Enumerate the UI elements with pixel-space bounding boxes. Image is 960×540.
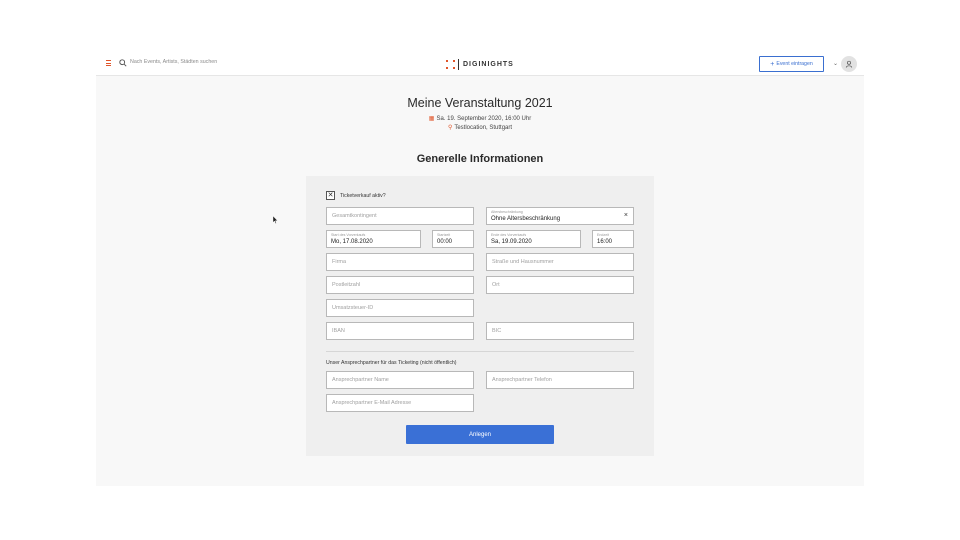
iban-placeholder: IBAN — [332, 328, 345, 334]
search-input[interactable]: Nach Events, Artists, Städten suchen — [130, 59, 217, 65]
calendar-icon: ▦ — [428, 116, 435, 122]
company-field[interactable]: Firma — [326, 253, 474, 271]
end-time-value: 16:00 — [597, 239, 613, 245]
zip-placeholder: Postleitzahl — [332, 282, 361, 288]
presale-end-value: Sa, 19.09.2020 — [491, 239, 532, 245]
contact-email-field[interactable]: Ansprechpartner E-Mail Adresse — [326, 394, 474, 412]
end-time-label: Endzeit — [597, 233, 609, 237]
contact-email-placeholder: Ansprechpartner E-Mail Adresse — [332, 400, 412, 406]
contact-phone-field[interactable]: Ansprechpartner Telefon — [486, 371, 634, 389]
contact-section-label: Unser Ansprechpartner für das Ticketing … — [326, 360, 457, 366]
iban-field[interactable]: IBAN — [326, 322, 474, 340]
chevron-down-icon[interactable]: ⌄ — [833, 60, 838, 67]
bic-placeholder: BIC — [492, 328, 502, 334]
vat-id-placeholder: Umsatzsteuer-ID — [332, 305, 374, 311]
end-time-field[interactable]: Endzeit 16:00 — [592, 230, 634, 248]
menu-icon[interactable] — [106, 60, 111, 66]
start-time-label: Startzeit — [437, 233, 451, 237]
ticket-form: ✕ Ticketverkauf aktiv? Gesamtkontingent … — [306, 176, 654, 456]
logo[interactable]: DIGINIGHTS — [446, 58, 514, 70]
logo-divider — [458, 58, 459, 70]
vat-id-field[interactable]: Umsatzsteuer-ID — [326, 299, 474, 317]
avatar[interactable] — [841, 56, 857, 72]
company-placeholder: Firma — [332, 259, 347, 265]
city-placeholder: Ort — [492, 282, 500, 288]
contact-name-field[interactable]: Ansprechpartner Name — [326, 371, 474, 389]
presale-end-field[interactable]: Ende des Vorverkaufs Sa, 19.09.2020 — [486, 230, 581, 248]
start-time-field[interactable]: Startzeit 00:00 — [432, 230, 474, 248]
submit-button[interactable]: Anlegen — [406, 425, 554, 444]
event-date-row: ▦ Sa. 19. September 2020, 16:00 Uhr — [96, 115, 864, 122]
street-placeholder: Straße und Hausnummer — [492, 259, 554, 265]
section-heading: Generelle Informationen — [416, 153, 544, 165]
start-time-value: 00:00 — [437, 239, 453, 245]
ticket-sale-row: ✕ Ticketverkauf aktiv? — [326, 191, 386, 200]
ticket-sale-label: Ticketverkauf aktiv? — [340, 192, 386, 199]
street-field[interactable]: Straße und Hausnummer — [486, 253, 634, 271]
event-date: Sa. 19. September 2020, 16:00 Uhr — [436, 116, 532, 122]
plus-icon: + — [770, 60, 775, 68]
age-restriction-label: Altersbeschränkung — [491, 210, 523, 214]
add-event-button[interactable]: + Event eintragen — [759, 56, 824, 72]
age-restriction-select[interactable]: Altersbeschränkung Ohne Altersbeschränku… — [486, 207, 634, 225]
logo-mark-icon — [446, 59, 455, 69]
total-quota-field[interactable]: Gesamtkontingent — [326, 207, 474, 225]
clear-icon[interactable]: × — [624, 212, 628, 219]
bic-field[interactable]: BIC — [486, 322, 634, 340]
contact-phone-placeholder: Ansprechpartner Telefon — [492, 377, 552, 383]
page-title: Meine Veranstaltung 2021 — [407, 96, 553, 110]
user-icon — [845, 60, 853, 68]
location-pin-icon: ⚲ — [447, 125, 453, 131]
search-icon[interactable] — [119, 59, 127, 67]
city-field[interactable]: Ort — [486, 276, 634, 294]
ticket-sale-checkbox[interactable]: ✕ — [326, 191, 335, 200]
contact-name-placeholder: Ansprechpartner Name — [332, 377, 389, 383]
divider — [326, 351, 634, 352]
zip-field[interactable]: Postleitzahl — [326, 276, 474, 294]
app-frame: Nach Events, Artists, Städten suchen DIG… — [96, 52, 864, 486]
presale-end-label: Ende des Vorverkaufs — [491, 233, 527, 237]
logo-text: DIGINIGHTS — [463, 60, 514, 68]
presale-start-field[interactable]: Start des Vorverkaufs Mo, 17.08.2020 — [326, 230, 421, 248]
top-bar: Nach Events, Artists, Städten suchen DIG… — [96, 52, 864, 76]
event-location-row: ⚲ Testlocation, Stuttgart — [96, 124, 864, 131]
presale-start-value: Mo, 17.08.2020 — [331, 239, 373, 245]
age-restriction-value: Ohne Altersbeschränkung — [491, 216, 561, 222]
add-event-label: Event eintragen — [776, 61, 813, 67]
total-quota-placeholder: Gesamtkontingent — [332, 213, 377, 219]
presale-start-label: Start des Vorverkaufs — [331, 233, 366, 237]
mouse-cursor-icon — [273, 216, 278, 224]
event-location: Testlocation, Stuttgart — [454, 125, 513, 131]
